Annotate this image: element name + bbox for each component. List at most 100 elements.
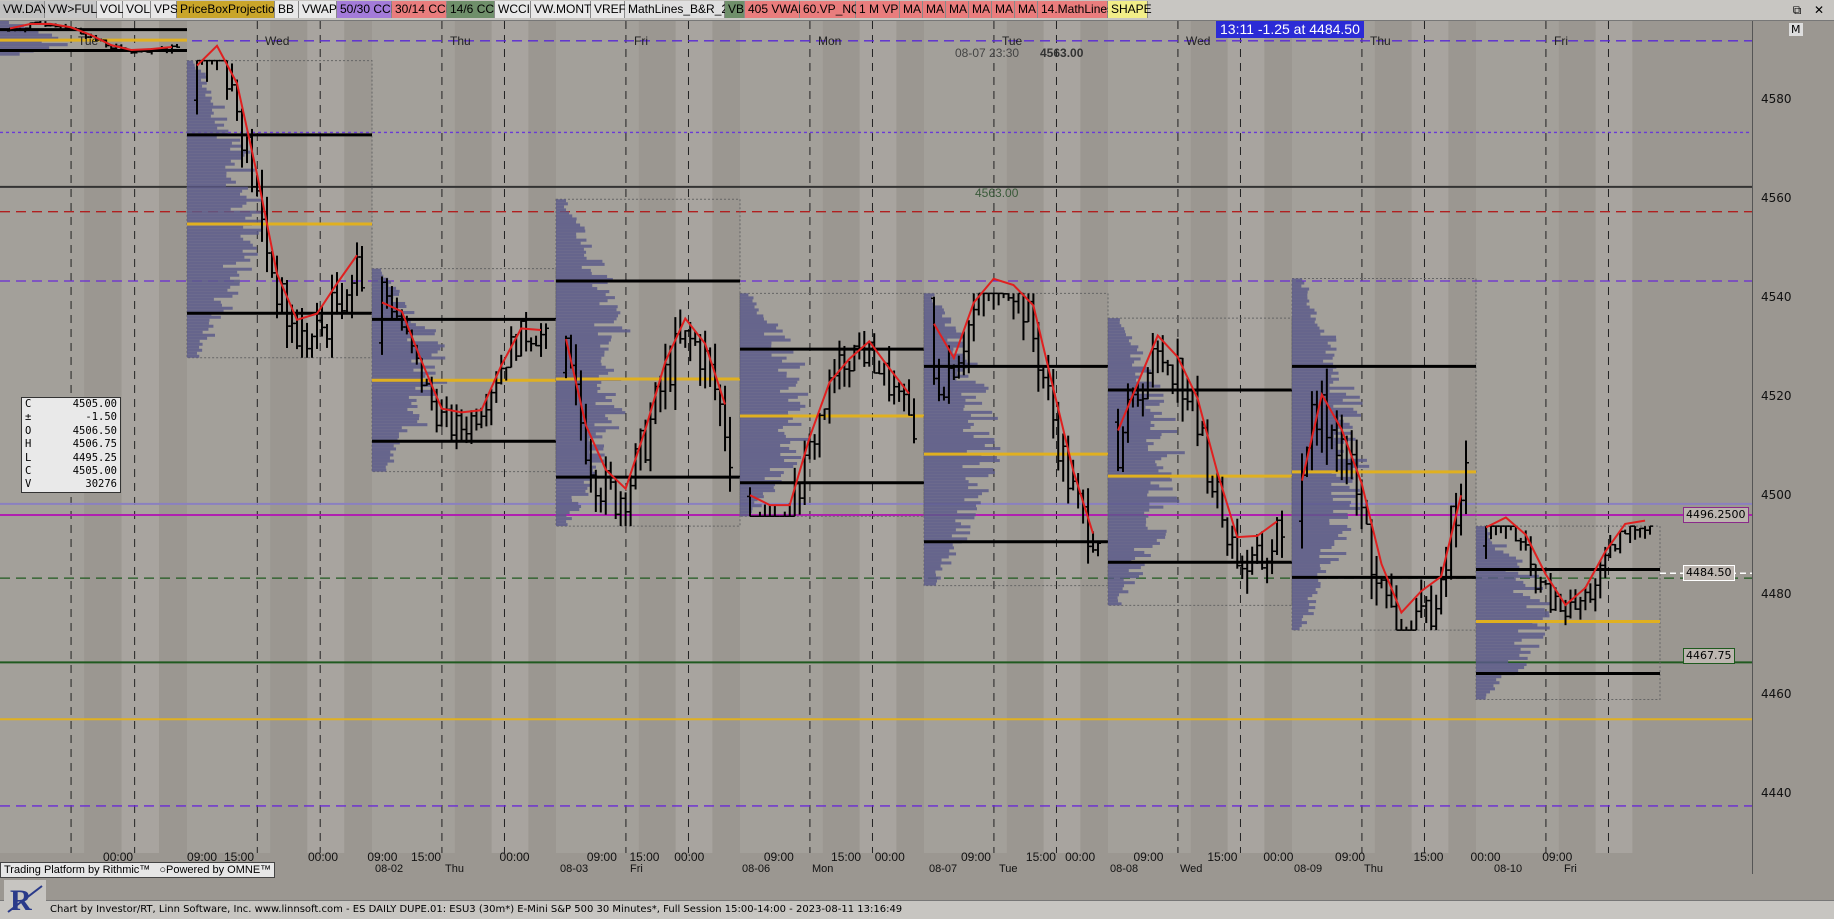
volume-profile-bar — [187, 111, 214, 115]
volume-profile-bar — [740, 329, 783, 333]
volume-profile-bar — [740, 440, 791, 444]
toolbar-item-60-vp-nq[interactable]: 60.VP_NQ — [800, 1, 860, 18]
volume-profile-bar — [740, 314, 764, 318]
toolbar-item-30-14-cci[interactable]: 30/14 CCI — [392, 1, 449, 18]
volume-profile-bar — [1476, 541, 1493, 545]
volume-profile-bar — [187, 300, 221, 304]
toolbar-item-ma[interactable]: MA — [946, 1, 969, 18]
volume-profile-bar — [1108, 487, 1173, 491]
volume-profile-bar — [1108, 436, 1161, 440]
volume-profile-bar — [1292, 338, 1337, 342]
volume-profile-bar — [1292, 290, 1308, 294]
volume-profile-bar — [1292, 332, 1321, 336]
volume-profile-bar — [556, 511, 570, 515]
volume-profile-bar — [1476, 687, 1495, 691]
volume-profile-bar — [1108, 360, 1135, 364]
toolbar-item-1-m-vp[interactable]: 1 M VP — [856, 1, 900, 18]
toolbar-item-priceboxprojections[interactable]: PriceBoxProjections — [177, 1, 287, 18]
close-icon[interactable]: ✕ — [1808, 1, 1830, 19]
volume-profile-bar — [1476, 596, 1531, 600]
ohlc-key: ± — [25, 411, 32, 424]
volume-profile-bar — [187, 108, 213, 112]
volume-profile-bar — [924, 573, 936, 577]
volume-profile-bar — [924, 317, 952, 321]
volume-profile-bar — [924, 576, 941, 580]
volume-profile-bar — [1108, 333, 1126, 337]
toolbar-item-ma[interactable]: MA — [969, 1, 992, 18]
toolbar-item-ma[interactable]: MA — [992, 1, 1015, 18]
volume-profile-bar — [1292, 320, 1315, 324]
volume-profile-bar — [740, 368, 779, 372]
toolbar-item-vps[interactable]: VPS — [151, 1, 178, 18]
volume-profile-bar — [1292, 609, 1309, 613]
volume-profile-bar — [740, 410, 789, 414]
x-tick-label: 15:00 — [1207, 850, 1237, 864]
volume-profile-bar — [740, 425, 783, 429]
volume-profile-bar — [1292, 353, 1335, 357]
toolbar-item-vref[interactable]: VREF — [591, 1, 626, 18]
volume-profile-bar — [924, 293, 935, 297]
volume-profile-bar — [187, 234, 241, 238]
toolbar-item-vb[interactable]: VB — [725, 1, 745, 18]
toolbar-item-vw-month[interactable]: VW.MONTH — [531, 1, 600, 18]
toolbar-item-14-mathlines[interactable]: 14.MathLines — [1038, 1, 1113, 18]
toolbar-item-ma[interactable]: MA — [923, 1, 946, 18]
volume-profile-bar — [740, 452, 781, 457]
toolbar-item-shape[interactable]: SHAPE — [1108, 1, 1152, 18]
day-label-top: Tue — [1002, 34, 1023, 48]
toolbar-item-vwap[interactable]: VWAP — [299, 1, 337, 18]
volume-profile-bar — [1292, 542, 1335, 546]
ohlc-key: O — [25, 424, 32, 437]
volume-profile-bar — [1292, 585, 1321, 589]
volume-profile-bar — [1108, 414, 1154, 418]
toolbar-item-vw-day[interactable]: VW.DAY — [0, 1, 49, 18]
price-tag: 4496.2500 — [1683, 507, 1749, 523]
volume-profile-bar — [740, 434, 786, 438]
volume-profile-bar — [1292, 305, 1310, 309]
price-chart[interactable]: 08-07 23:30 4563.00 4563.00 Tue Wed Thu Fri Mon… — [0, 21, 1752, 874]
toolbar-item-ma[interactable]: MA — [1015, 1, 1038, 18]
volume-profile-bar — [556, 238, 587, 242]
volume-profile-bar — [740, 308, 759, 312]
ohlc-key: H — [25, 438, 32, 451]
volume-profile-bar — [924, 410, 993, 414]
volume-profile-bar — [924, 516, 975, 520]
volume-profile-bar — [924, 489, 989, 493]
volume-profile-bar — [924, 537, 968, 541]
volume-profile-bar — [372, 398, 417, 402]
toolbar-item-50-30-cci[interactable]: 50/30 CCI — [337, 1, 394, 18]
volume-profile-bar — [187, 336, 208, 340]
restore-icon[interactable]: ⧉ — [1786, 1, 1808, 19]
volume-profile-bar — [372, 417, 419, 421]
volume-profile-bar — [924, 332, 962, 336]
price-axis[interactable]: 4440 4460 4480 4500 4520 4540 4560 4580 M 4496.25… — [1683, 21, 1834, 874]
volume-profile-bar — [187, 228, 263, 232]
volume-profile-bar — [1476, 675, 1502, 679]
volume-profile-bar — [1108, 460, 1156, 464]
toolbar-item-405-vwap[interactable]: 405 VWAP — [745, 1, 806, 18]
volume-profile-bar — [1292, 549, 1321, 553]
volume-profile-bar — [556, 299, 608, 303]
volume-profile-bar — [1108, 575, 1140, 579]
toolbar-item-vol[interactable]: VOL — [97, 1, 124, 18]
toolbar-item-14-6-cci[interactable]: 14/6 CCI — [447, 1, 497, 18]
volume-profile-bar — [924, 431, 990, 435]
toolbar-item-mathlines-b-r-20[interactable]: MathLines_B&R_20 — [625, 1, 735, 18]
volume-profile-bar — [187, 105, 225, 109]
session-date-label: 08-10 — [1494, 863, 1522, 874]
volume-profile-bar — [556, 229, 586, 233]
volume-profile-bar — [372, 468, 387, 472]
toolbar-item-vw-full[interactable]: VW>FULL — [45, 1, 104, 18]
day-label-top: Tue — [78, 34, 99, 48]
toolbar-item-vol[interactable]: VOL — [123, 1, 151, 18]
day-label-top: Fri — [634, 34, 648, 48]
volume-profile-bar — [556, 504, 582, 508]
volume-profile-bar — [187, 264, 224, 268]
toolbar-item-wcci[interactable]: WCCI — [495, 1, 531, 18]
axis-mode-label[interactable]: M — [1789, 23, 1803, 36]
volume-profile-bar — [740, 437, 810, 441]
chart-footer: Chart by Investor/RT, Linn Software, Inc… — [0, 900, 1834, 919]
toolbar-item-ma[interactable]: MA — [900, 1, 923, 18]
toolbar-item-bb[interactable]: BB — [275, 1, 299, 18]
volume-profile-bar — [1292, 341, 1328, 345]
